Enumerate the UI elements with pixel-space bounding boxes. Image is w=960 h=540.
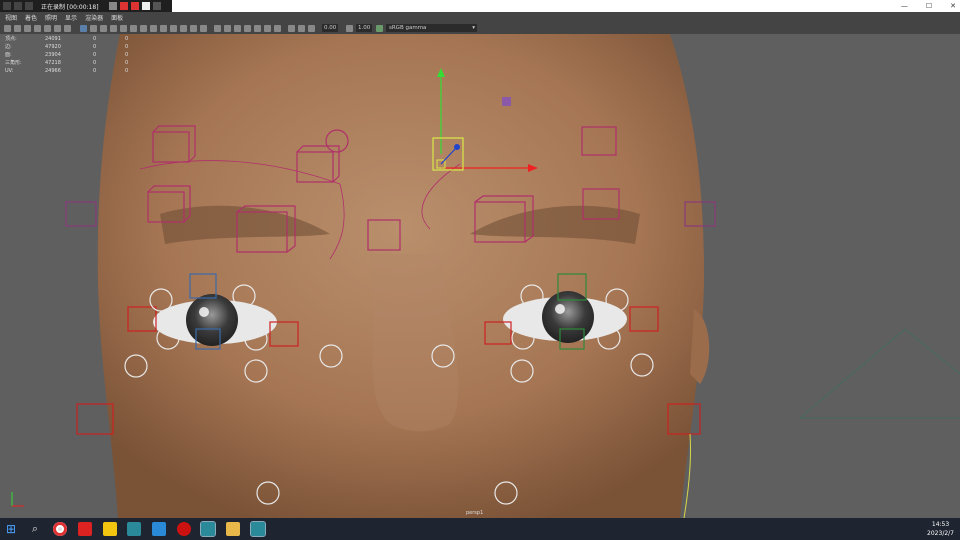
chrome-icon[interactable] bbox=[53, 522, 67, 536]
camera-name-label: persp1 bbox=[466, 510, 484, 516]
recorder-menu-icon[interactable] bbox=[3, 2, 11, 10]
select-camera-icon[interactable] bbox=[4, 25, 11, 32]
depth-of-field-icon[interactable] bbox=[200, 25, 207, 32]
pen-icon[interactable] bbox=[108, 2, 117, 10]
maya-active-icon[interactable] bbox=[200, 521, 216, 537]
maya-secondary-icon[interactable] bbox=[250, 521, 266, 537]
windows-taskbar: ⊞ ⌕ 14:53 2023/2/7 bbox=[0, 518, 960, 540]
view-axis-icon bbox=[11, 492, 24, 507]
xray-joints-icon[interactable] bbox=[160, 25, 167, 32]
poly-count-hud: 顶点: 24091 0 0 边: 47920 0 0 面: 23904 0 0 三角形: 47218… bbox=[5, 35, 128, 75]
start-icon[interactable]: ⊞ bbox=[4, 522, 18, 536]
chevron-down-icon: ▾ bbox=[472, 25, 475, 31]
overscan-icon[interactable] bbox=[298, 25, 305, 32]
wireframe-on-shaded-icon[interactable] bbox=[110, 25, 117, 32]
window-icon[interactable] bbox=[25, 2, 33, 10]
hud-icon[interactable] bbox=[234, 25, 241, 32]
multisample-icon[interactable] bbox=[190, 25, 197, 32]
sticky-notes-icon[interactable] bbox=[103, 522, 117, 536]
window-titlebar: 正在录制 [00:00:18] — ☐ ✕ bbox=[0, 0, 960, 12]
hud-row-faces: 面: 23904 0 0 bbox=[5, 52, 129, 58]
view-transform-value: sRGB gamma bbox=[389, 25, 427, 31]
bookmark-icon[interactable] bbox=[24, 25, 31, 32]
shadows-icon[interactable] bbox=[140, 25, 147, 32]
hud-row-triangles: 三角形: 47218 0 0 bbox=[5, 60, 129, 66]
menu-renderer[interactable]: 渲染器 bbox=[85, 13, 103, 22]
safe-action-icon[interactable] bbox=[264, 25, 271, 32]
settings-icon[interactable] bbox=[14, 2, 22, 10]
ssao-icon[interactable] bbox=[244, 25, 251, 32]
safe-title-icon[interactable] bbox=[274, 25, 281, 32]
wireframe-icon[interactable] bbox=[80, 25, 87, 32]
recorder-icon[interactable] bbox=[177, 522, 191, 536]
textured-icon[interactable] bbox=[120, 25, 127, 32]
stop-icon[interactable] bbox=[119, 2, 128, 10]
hud-row-edges: 边: 47920 0 0 bbox=[5, 44, 129, 50]
autodesk-icon[interactable] bbox=[78, 522, 92, 536]
image-plane-icon[interactable] bbox=[34, 25, 41, 32]
maya-viewport[interactable]: 顶点: 24091 0 0 边: 47920 0 0 面: 23904 0 0 三角形: 47218… bbox=[0, 34, 960, 518]
menu-lighting[interactable]: 照明 bbox=[45, 13, 57, 22]
camera-attributes-icon[interactable] bbox=[14, 25, 21, 32]
smooth-shade-icon[interactable] bbox=[90, 25, 97, 32]
camera-icon[interactable] bbox=[141, 2, 150, 10]
exposure-icon[interactable] bbox=[308, 25, 315, 32]
close-icon[interactable] bbox=[152, 2, 161, 10]
viewport-menubar: 视图 着色 照明 显示 渲染器 面板 bbox=[0, 12, 960, 23]
menu-panels[interactable]: 面板 bbox=[111, 13, 123, 22]
grid-icon[interactable] bbox=[44, 25, 51, 32]
hud-row-vertices: 顶点: 24091 0 0 bbox=[5, 36, 129, 42]
screen-recorder-bar: 正在录制 [00:00:18] bbox=[0, 0, 172, 12]
gamma-icon[interactable] bbox=[346, 25, 353, 32]
resolution-gate-icon[interactable] bbox=[64, 25, 71, 32]
file-explorer-icon[interactable] bbox=[226, 522, 240, 536]
view-transform-dropdown[interactable]: sRGB gamma ▾ bbox=[386, 24, 477, 32]
menu-show[interactable]: 显示 bbox=[65, 13, 77, 22]
pause-icon[interactable] bbox=[130, 2, 139, 10]
ambient-occlusion-icon[interactable] bbox=[170, 25, 177, 32]
menu-shading[interactable]: 着色 bbox=[25, 13, 37, 22]
recording-status: 正在录制 [00:00:18] bbox=[41, 3, 99, 11]
maximize-button[interactable]: ☐ bbox=[926, 2, 932, 10]
color-management-icon[interactable] bbox=[376, 25, 383, 32]
clock-date: 2023/2/7 bbox=[927, 530, 954, 537]
system-clock[interactable]: 14:53 2023/2/7 bbox=[927, 520, 954, 538]
default-material-icon[interactable] bbox=[100, 25, 107, 32]
gamma-field[interactable]: 1.00 bbox=[356, 24, 373, 32]
isolate-select-icon[interactable] bbox=[214, 25, 221, 32]
close-button[interactable]: ✕ bbox=[950, 2, 956, 10]
qq-icon[interactable] bbox=[152, 522, 166, 536]
lights-icon[interactable] bbox=[130, 25, 137, 32]
search-icon[interactable]: ⌕ bbox=[28, 522, 42, 536]
gate-mask-icon[interactable] bbox=[288, 25, 295, 32]
motion-blur-icon[interactable] bbox=[180, 25, 187, 32]
xray-icon[interactable] bbox=[150, 25, 157, 32]
exposure-field[interactable]: 0.00 bbox=[322, 24, 339, 32]
menu-view[interactable]: 视图 bbox=[5, 13, 17, 22]
scene-grid-lines bbox=[799, 328, 960, 419]
field-chart-icon[interactable] bbox=[254, 25, 261, 32]
minimize-button[interactable]: — bbox=[901, 2, 908, 10]
maya-icon[interactable] bbox=[127, 522, 141, 536]
viewport-scene[interactable] bbox=[0, 34, 960, 518]
hud-row-uvs: UV: 24966 0 0 bbox=[5, 68, 129, 74]
film-gate-icon[interactable] bbox=[54, 25, 61, 32]
clock-time: 14:53 bbox=[931, 521, 950, 528]
xray-active-icon[interactable] bbox=[224, 25, 231, 32]
